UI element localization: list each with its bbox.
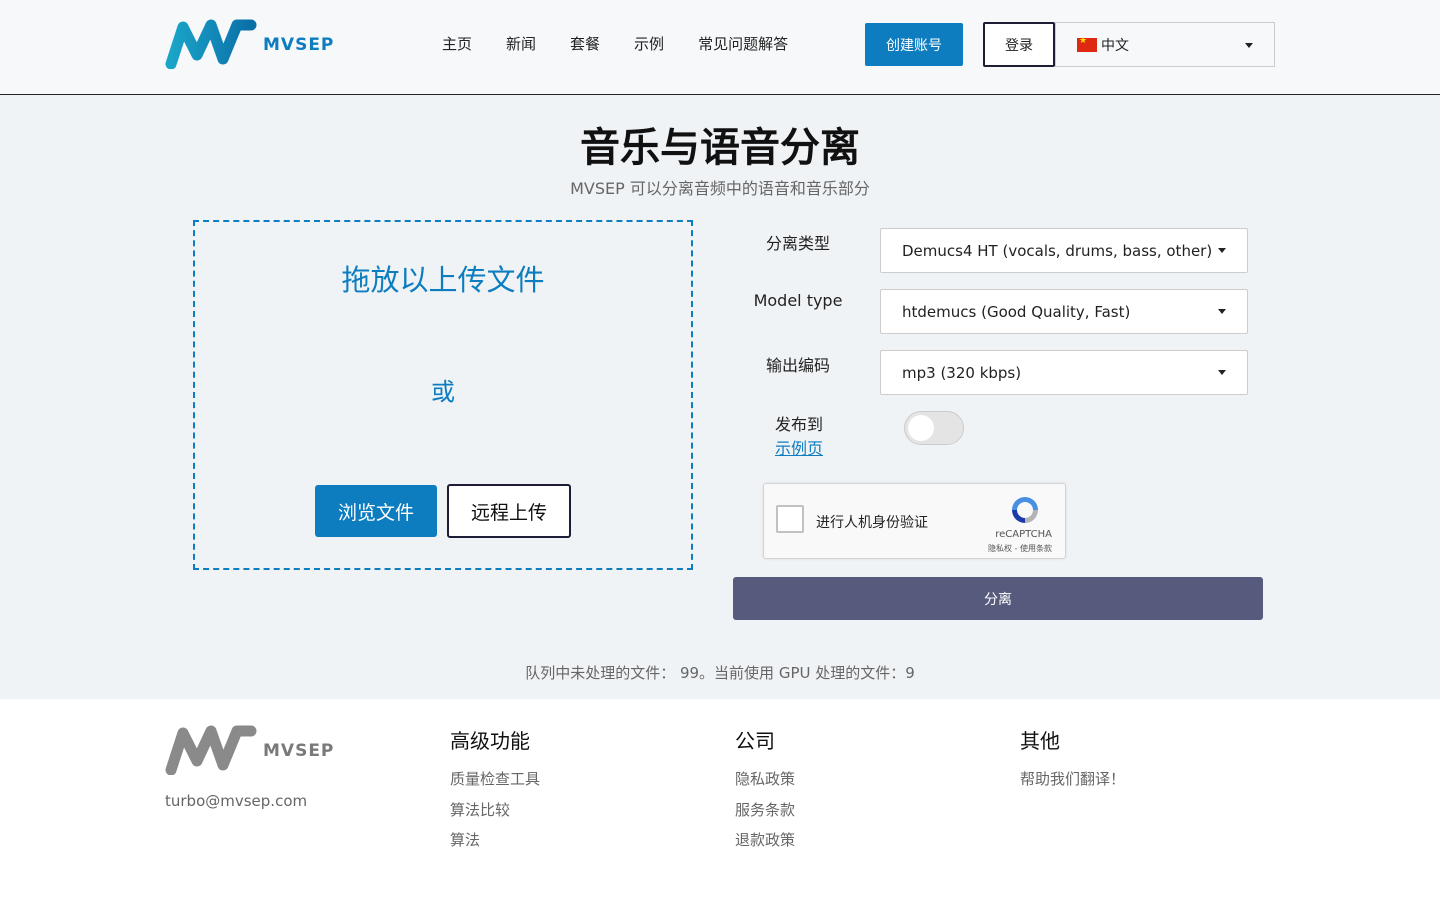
dropzone-or: 或 <box>431 378 455 406</box>
output-encoding-label: 输出编码 <box>765 356 830 375</box>
chevron-down-icon <box>1218 370 1226 375</box>
site-footer: MVSEP turbo@mvsep.com 高级功能 质量检查工具 算法比较 算… <box>0 699 1440 900</box>
chevron-down-icon <box>1218 309 1226 314</box>
separation-type-value: Demucs4 HT (vocals, drums, bass, other) <box>902 241 1213 260</box>
separation-type-select[interactable]: Demucs4 HT (vocals, drums, bass, other) <box>880 228 1248 273</box>
recaptcha-links[interactable]: 隐私权 - 使用条款 <box>964 543 1052 554</box>
logo-mark-icon <box>165 725 257 775</box>
footer-column-advanced: 高级功能 质量检查工具 算法比较 算法 <box>450 725 540 860</box>
dropzone-title: 拖放以上传文件 <box>341 263 545 297</box>
footer-logo[interactable]: MVSEP <box>165 725 335 775</box>
login-button[interactable]: 登录 <box>983 22 1055 67</box>
model-type-value: htdemucs (Good Quality, Fast) <box>902 302 1131 321</box>
language-select[interactable]: 中文 <box>1055 22 1275 67</box>
create-account-button[interactable]: 创建账号 <box>865 23 963 66</box>
recaptcha-label: 进行人机身份验证 <box>816 515 928 531</box>
footer-link-algorithm-comparison[interactable]: 算法比较 <box>450 799 540 830</box>
output-encoding-select[interactable]: mp3 (320 kbps) <box>880 350 1248 395</box>
nav-examples[interactable]: 示例 <box>634 33 664 54</box>
footer-column-title: 高级功能 <box>450 729 530 753</box>
recaptcha-brand: reCAPTCHA <box>995 529 1052 540</box>
china-flag-icon <box>1077 36 1097 52</box>
publish-toggle[interactable] <box>904 411 964 445</box>
main-content: 音乐与语音分离 MVSEP 可以分离音频中的语音和音乐部分 拖放以上传文件 或 … <box>0 95 1440 699</box>
chevron-down-icon <box>1245 43 1253 48</box>
model-type-label: Model type <box>753 291 843 310</box>
recaptcha-checkbox[interactable] <box>776 505 804 533</box>
footer-link-translate[interactable]: 帮助我们翻译！ <box>1020 768 1125 799</box>
footer-link-refund[interactable]: 退款政策 <box>735 829 795 860</box>
logo-text: MVSEP <box>263 35 335 55</box>
publish-label: 发布到 <box>775 415 824 434</box>
footer-link-privacy[interactable]: 隐私政策 <box>735 768 795 799</box>
footer-column-title: 其他 <box>1020 729 1060 753</box>
toggle-knob <box>908 415 934 441</box>
page-title: 音乐与语音分离 <box>580 125 860 171</box>
model-type-select[interactable]: htdemucs (Good Quality, Fast) <box>880 289 1248 334</box>
file-dropzone[interactable]: 拖放以上传文件 或 浏览文件 远程上传 <box>193 220 693 570</box>
separation-type-label: 分离类型 <box>765 234 830 253</box>
nav-faq[interactable]: 常见问题解答 <box>698 33 788 54</box>
nav-plans[interactable]: 套餐 <box>570 33 600 54</box>
chevron-down-icon <box>1218 248 1226 253</box>
main-nav: 主页 新闻 套餐 示例 常见问题解答 <box>442 33 822 54</box>
footer-link-algorithms[interactable]: 算法 <box>450 829 540 860</box>
footer-column-other: 其他 帮助我们翻译！ <box>1020 725 1125 799</box>
output-encoding-value: mp3 (320 kbps) <box>902 363 1022 382</box>
logo-mark-icon <box>165 19 257 69</box>
footer-column-title: 公司 <box>735 729 775 753</box>
language-value: 中文 <box>1101 37 1129 54</box>
separate-button[interactable]: 分离 <box>733 577 1263 620</box>
mvsep-logo[interactable]: MVSEP <box>165 19 335 69</box>
remote-upload-button[interactable]: 远程上传 <box>447 484 571 538</box>
footer-link-quality-checker[interactable]: 质量检查工具 <box>450 768 540 799</box>
examples-page-link[interactable]: 示例页 <box>775 439 823 458</box>
site-header: MVSEP 主页 新闻 套餐 示例 常见问题解答 创建账号 登录 中文 <box>0 0 1440 95</box>
footer-logo-text: MVSEP <box>263 741 335 761</box>
queue-status: 队列中未处理的文件： 99。当前使用 GPU 处理的文件：9 <box>525 664 915 682</box>
publish-label-group: 发布到 示例页 <box>775 413 823 461</box>
recaptcha-icon <box>1012 497 1038 523</box>
footer-column-company: 公司 隐私政策 服务条款 退款政策 <box>735 725 795 860</box>
nav-news[interactable]: 新闻 <box>506 33 536 54</box>
footer-email[interactable]: turbo@mvsep.com <box>165 792 307 810</box>
footer-link-terms[interactable]: 服务条款 <box>735 799 795 830</box>
browse-files-button[interactable]: 浏览文件 <box>315 485 437 537</box>
page-subtitle: MVSEP 可以分离音频中的语音和音乐部分 <box>570 179 870 198</box>
nav-home[interactable]: 主页 <box>442 33 472 54</box>
recaptcha-widget: 进行人机身份验证 reCAPTCHA 隐私权 - 使用条款 <box>763 483 1066 559</box>
